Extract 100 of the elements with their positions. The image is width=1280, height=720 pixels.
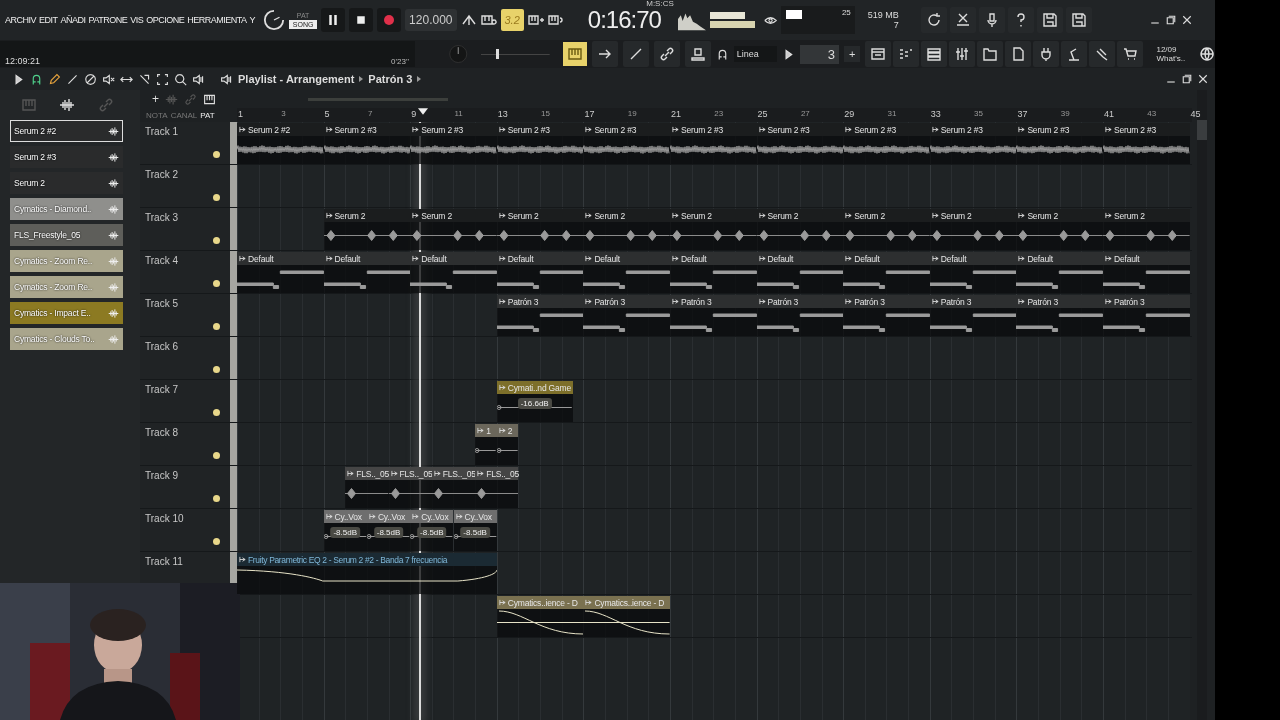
track-name[interactable]: Track 1 bbox=[145, 126, 178, 137]
menu-item[interactable]: AÑADI bbox=[60, 15, 86, 25]
menu-item[interactable]: EDIT bbox=[39, 15, 58, 25]
tuning-fork-icon[interactable] bbox=[460, 12, 477, 28]
clip-header[interactable]: Default bbox=[410, 252, 497, 265]
stamp-icon[interactable] bbox=[684, 41, 711, 67]
track-led[interactable] bbox=[213, 366, 220, 373]
piano-icon[interactable] bbox=[203, 92, 216, 106]
clip-header[interactable]: Serum 2 #3 bbox=[756, 123, 844, 136]
clip-header[interactable]: Patrón 3 bbox=[756, 295, 844, 308]
scroll-thumb[interactable] bbox=[1197, 120, 1207, 140]
clip-header[interactable]: Serum 2 #3 bbox=[496, 123, 584, 136]
save-icon[interactable] bbox=[1065, 7, 1092, 33]
playhead-marker[interactable] bbox=[418, 108, 428, 115]
bars-icon[interactable] bbox=[893, 41, 920, 67]
slice-icon[interactable] bbox=[138, 72, 151, 86]
clip-header[interactable]: FLS.._05 bbox=[345, 467, 389, 480]
speaker-icon[interactable] bbox=[220, 72, 233, 86]
window-icon[interactable] bbox=[865, 41, 892, 67]
channel-button[interactable]: Serum 2 #2 bbox=[10, 120, 123, 142]
clip-header[interactable]: Default bbox=[1016, 252, 1103, 265]
track-name[interactable]: Track 3 bbox=[145, 212, 178, 223]
knob-icon[interactable] bbox=[263, 9, 286, 31]
view-mode-tab[interactable]: PAT bbox=[200, 110, 215, 120]
menu-item[interactable]: ARCHIV bbox=[5, 15, 36, 25]
track-led[interactable] bbox=[213, 237, 220, 244]
clip-header[interactable]: Serum 2 bbox=[410, 209, 497, 222]
clip-header[interactable]: Patrón 3 bbox=[496, 295, 584, 308]
view-mode-tab[interactable]: NOTA bbox=[146, 110, 168, 120]
clip-header[interactable]: Serum 2 bbox=[1103, 209, 1190, 222]
add-track-button[interactable]: + bbox=[152, 92, 159, 106]
clip-header[interactable]: Serum 2 #3 bbox=[670, 123, 757, 136]
track-led[interactable] bbox=[213, 452, 220, 459]
close-icon[interactable] bbox=[1181, 14, 1193, 26]
clip-header[interactable]: Patrón 3 bbox=[1103, 295, 1190, 308]
track-name[interactable]: Track 8 bbox=[145, 427, 178, 438]
clip-header[interactable]: Serum 2 #3 bbox=[1103, 123, 1190, 136]
clip-header[interactable]: Default bbox=[496, 252, 584, 265]
track-led[interactable] bbox=[213, 538, 220, 545]
speaker-icon[interactable] bbox=[192, 72, 205, 86]
select-icon[interactable] bbox=[156, 72, 169, 86]
help-icon[interactable] bbox=[1007, 7, 1034, 33]
clip-header[interactable]: Serum 2 bbox=[583, 209, 670, 222]
keyboard-plus-icon[interactable] bbox=[527, 12, 544, 28]
clip-header[interactable]: FLS.._05 bbox=[475, 467, 519, 480]
clip-header[interactable]: Serum 2 #3 bbox=[929, 123, 1017, 136]
close-icon[interactable] bbox=[1197, 73, 1209, 85]
folder-icon[interactable] bbox=[977, 41, 1004, 67]
clip-header[interactable]: Serum 2 bbox=[323, 209, 411, 222]
track-led[interactable] bbox=[213, 495, 220, 502]
cart-icon[interactable] bbox=[1117, 41, 1144, 67]
clip-header[interactable]: Patrón 3 bbox=[670, 295, 757, 308]
clip-header[interactable]: Default bbox=[843, 252, 930, 265]
clip-header[interactable]: Serum 2 #3 bbox=[323, 123, 411, 136]
mute-icon[interactable] bbox=[102, 72, 115, 86]
track-led[interactable] bbox=[213, 280, 220, 287]
clip-header[interactable]: Cy..Vox bbox=[410, 510, 454, 523]
scissors-icon[interactable] bbox=[949, 7, 976, 33]
clip-header[interactable]: 2 bbox=[496, 424, 519, 437]
clip-header[interactable]: Cymati..nd Game bbox=[496, 381, 573, 394]
stop-icon[interactable] bbox=[349, 8, 374, 32]
track-name[interactable]: Track 6 bbox=[145, 341, 178, 352]
track-led[interactable] bbox=[213, 323, 220, 330]
mixer-icon[interactable] bbox=[949, 41, 976, 67]
search-icon[interactable] bbox=[174, 72, 187, 86]
clip-header[interactable]: Cymatics..ience - D bbox=[496, 596, 584, 609]
brush-icon[interactable] bbox=[66, 72, 79, 86]
clip-header[interactable]: Cy..Vox bbox=[366, 510, 411, 523]
tempo-field[interactable]: 120.000 bbox=[405, 9, 457, 31]
clip-header[interactable]: Serum 2 #3 bbox=[843, 123, 930, 136]
clip-header[interactable]: Default bbox=[323, 252, 411, 265]
clip-header[interactable]: Default bbox=[670, 252, 757, 265]
clip-header[interactable]: Patrón 3 bbox=[929, 295, 1017, 308]
maximize-icon[interactable] bbox=[1165, 14, 1177, 26]
snap-dropdown[interactable]: Linea bbox=[733, 46, 778, 62]
channel-button[interactable]: FLS_Freestyle_05 bbox=[10, 224, 123, 246]
menu-item[interactable]: PATRONE bbox=[88, 15, 128, 25]
refresh-icon[interactable] bbox=[920, 7, 947, 33]
keyboard-clock-icon[interactable] bbox=[480, 12, 497, 28]
clip-header[interactable]: FLS.._05 bbox=[388, 467, 432, 480]
pattern-selector[interactable]: Patrón 3 bbox=[368, 73, 413, 85]
hand-icon[interactable] bbox=[1089, 41, 1116, 67]
clip-header[interactable]: Patrón 3 bbox=[1016, 295, 1103, 308]
clip-header[interactable]: 1 bbox=[475, 424, 497, 437]
play-icon[interactable] bbox=[12, 72, 25, 86]
file-icon[interactable] bbox=[1005, 41, 1032, 67]
clip-header[interactable]: Patrón 3 bbox=[843, 295, 930, 308]
magnet-icon[interactable] bbox=[30, 72, 43, 86]
channel-button[interactable]: Serum 2 #3 bbox=[10, 146, 123, 168]
clip-header[interactable]: Serum 2 #3 bbox=[410, 123, 497, 136]
pattern-number-field[interactable]: 3 bbox=[800, 44, 839, 64]
record-icon[interactable] bbox=[377, 8, 402, 32]
track-led[interactable] bbox=[213, 151, 220, 158]
menu-item[interactable]: OPCIONE bbox=[146, 15, 185, 25]
link-icon[interactable] bbox=[653, 41, 680, 67]
track-name[interactable]: Track 9 bbox=[145, 470, 178, 481]
clip-header[interactable]: Default bbox=[756, 252, 844, 265]
clip-header[interactable]: Patrón 3 bbox=[583, 295, 670, 308]
track-name[interactable]: Track 2 bbox=[145, 169, 178, 180]
track-name[interactable]: Track 4 bbox=[145, 255, 178, 266]
